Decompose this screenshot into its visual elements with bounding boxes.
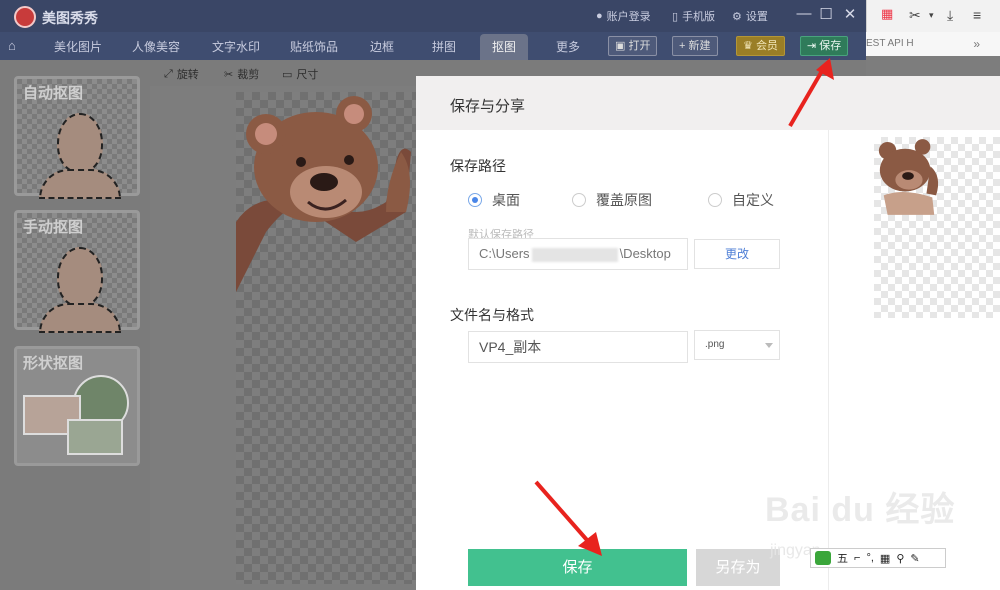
maximize-button[interactable]: ☐: [816, 5, 836, 23]
minimize-button[interactable]: —: [794, 5, 814, 22]
title-bar: 美图秀秀 ● 账户登录 ▯ 手机版 ⚙ 设置 — ☐ ✕: [0, 0, 866, 32]
cutout-sidebar: 自动抠图 手动抠图 形状抠图: [0, 60, 150, 590]
format-select[interactable]: .png: [694, 330, 780, 360]
tab-text-watermark[interactable]: 文字水印: [200, 34, 272, 60]
baidu-watermark: Bai du 经验: [765, 491, 956, 529]
ime-punct-button[interactable]: ⌐: [854, 552, 860, 564]
manual-cutout-card[interactable]: 手动抠图: [14, 210, 140, 333]
bear-image: [236, 96, 411, 292]
radio-custom[interactable]: 自定义: [708, 190, 774, 210]
crop-tool[interactable]: ✂ 裁剪: [224, 66, 259, 82]
rotate-tool[interactable]: ⤢ 旋转: [164, 66, 199, 82]
shape-cutout-card[interactable]: 形状抠图: [14, 346, 140, 466]
tab-stickers[interactable]: 贴纸饰品: [278, 34, 350, 60]
radio-dot: [572, 193, 586, 207]
tab-frames[interactable]: 边框: [358, 34, 406, 60]
vip-button[interactable]: ♛ 会员: [736, 36, 785, 56]
radio-desktop[interactable]: 桌面: [468, 190, 520, 210]
phone-icon: ▯: [672, 10, 679, 23]
scissors-icon[interactable]: ✂: [909, 7, 921, 24]
menu-icon[interactable]: ≡: [973, 7, 981, 23]
radio-overwrite-original[interactable]: 覆盖原图: [572, 190, 652, 210]
rotate-icon: ⤢: [164, 67, 173, 80]
save-as-button[interactable]: 另存为: [696, 549, 780, 586]
tab-more[interactable]: 更多: [544, 34, 592, 60]
ime-symbol-button[interactable]: °,: [866, 552, 873, 564]
dialog-header: 保存与分享: [416, 76, 1000, 130]
settings-link[interactable]: ⚙ 设置: [732, 8, 768, 24]
apps-grid-icon[interactable]: ▦: [881, 6, 893, 22]
app-title: 美图秀秀: [42, 10, 98, 26]
redacted-username: [531, 247, 618, 262]
open-button[interactable]: ▣ 打开: [608, 36, 658, 56]
portrait-thumbnail: [57, 247, 103, 307]
tab-beautify[interactable]: 美化图片: [42, 34, 114, 60]
preview-thumbnail: [874, 137, 1000, 318]
app-logo-icon: [14, 6, 36, 28]
portrait-shoulders: [39, 169, 121, 199]
export-icon: ⇥: [807, 40, 817, 52]
plus-icon: +: [679, 40, 686, 52]
user-icon: ●: [596, 10, 603, 22]
chevron-down-icon: [765, 343, 773, 348]
ime-logo-icon[interactable]: [815, 551, 831, 565]
main-tab-bar: ⌂ 美化图片 人像美容 文字水印 贴纸饰品 边框 拼图 抠图 更多 ▣ 打开 +…: [0, 32, 866, 60]
crop-icon: ✂: [224, 68, 234, 81]
account-login-link[interactable]: ● 账户登录: [596, 8, 651, 24]
save-path-field[interactable]: C:\Users \Desktop: [468, 238, 688, 270]
shape-cutout-label: 形状抠图: [23, 355, 84, 372]
ime-user-button[interactable]: ⚲: [896, 552, 904, 565]
gear-icon: ⚙: [732, 10, 742, 23]
tab-portrait[interactable]: 人像美容: [120, 34, 192, 60]
filename-format-heading: 文件名与格式: [450, 307, 534, 323]
bookmark-text[interactable]: EST API H: [866, 38, 914, 49]
home-icon[interactable]: ⌂: [8, 38, 28, 56]
radio-dot: [708, 193, 722, 207]
image-icon: ▣: [615, 40, 626, 52]
browser-bookmark-bar: EST API H »: [866, 32, 1000, 56]
ime-keyboard-button[interactable]: ▦: [880, 552, 890, 565]
mobile-version-link[interactable]: ▯ 手机版: [672, 8, 715, 24]
resize-icon: ▭: [282, 68, 293, 81]
download-icon[interactable]: ⤓: [947, 7, 953, 24]
manual-cutout-label: 手动抠图: [23, 219, 84, 236]
ime-mode-button[interactable]: 五: [837, 550, 848, 566]
crown-icon: ♛: [743, 40, 753, 52]
change-path-button[interactable]: 更改: [694, 239, 780, 269]
dialog-title: 保存与分享: [450, 98, 526, 115]
portrait-thumbnail: [57, 113, 103, 173]
close-button[interactable]: ✕: [840, 5, 860, 23]
size-tool[interactable]: ▭ 尺寸: [282, 66, 318, 82]
portrait-shoulders: [39, 303, 121, 333]
save-top-button[interactable]: ⇥ 保存: [800, 36, 849, 56]
save-button[interactable]: 保存: [468, 549, 687, 586]
tab-cutout[interactable]: 抠图: [480, 34, 529, 60]
bear-preview-image: [878, 139, 939, 215]
tab-collage[interactable]: 拼图: [420, 34, 468, 60]
auto-cutout-card[interactable]: 自动抠图: [14, 76, 140, 199]
auto-cutout-label: 自动抠图: [23, 85, 84, 102]
more-bookmarks-icon[interactable]: »: [973, 32, 980, 56]
filename-input[interactable]: VP4_副本: [468, 331, 688, 363]
radio-dot-selected: [468, 193, 482, 207]
new-button[interactable]: + 新建: [672, 36, 718, 56]
save-path-heading: 保存路径: [450, 158, 506, 174]
rect-shape-thumbnail-2: [67, 419, 123, 455]
browser-toolbar: ▦ ✂ ▾ ⤓ ≡: [866, 0, 1000, 32]
chevron-down-icon[interactable]: ▾: [929, 10, 934, 21]
ime-tools-button[interactable]: ✎: [910, 552, 919, 565]
ime-toolbar: 五 ⌐ °, ▦ ⚲ ✎: [810, 548, 946, 568]
